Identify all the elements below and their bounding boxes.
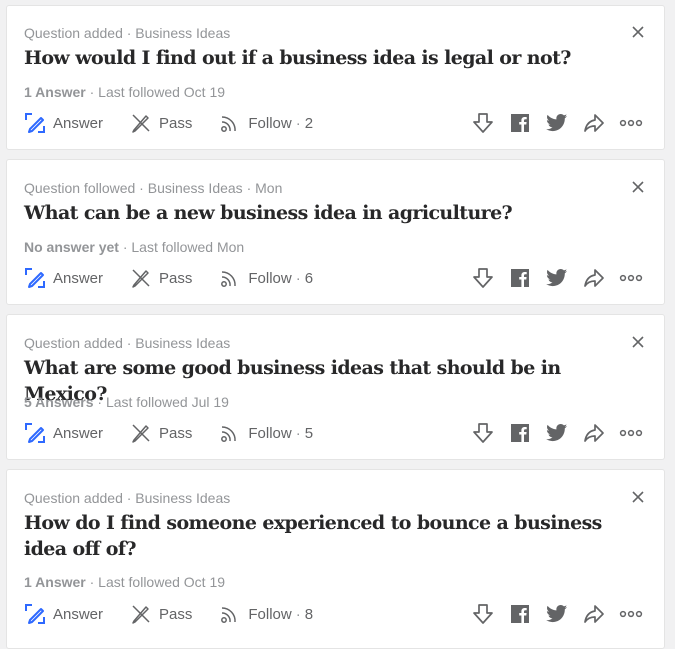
downvote-icon[interactable] [470,421,496,445]
answer-pencil-icon [25,604,45,624]
pass-button[interactable]: Pass [130,267,192,289]
answer-count[interactable]: No answer yet [24,239,119,255]
last-followed: · Last followed Jul 19 [93,394,229,410]
facebook-icon[interactable] [507,602,533,626]
question-card: Question followed · Business Ideas · Mon… [6,159,665,305]
facebook-icon[interactable] [507,111,533,135]
answer-button[interactable]: Answer [24,603,103,625]
downvote-icon[interactable] [470,111,496,135]
share-icon[interactable] [581,266,607,290]
pass-label: Pass [159,424,193,442]
pass-label: Pass [159,114,193,132]
close-icon[interactable] [630,179,646,195]
close-icon[interactable] [630,489,646,505]
last-followed: · Last followed Oct 19 [85,84,226,100]
card-meta: Question added · Business Ideas [24,490,231,506]
answer-count[interactable]: 5 Answers [24,394,94,410]
facebook-icon[interactable] [507,266,533,290]
twitter-icon[interactable] [544,602,570,626]
follow-rss-icon [221,607,237,623]
pass-button[interactable]: Pass [130,422,192,444]
card-meta: Question added · Business Ideas [24,335,231,351]
pass-icon [132,605,150,624]
share-icon[interactable] [581,602,607,626]
follow-label: Follow [248,114,292,132]
answer-label: Answer [53,269,104,287]
answer-button[interactable]: Answer [24,422,103,444]
facebook-icon[interactable] [507,421,533,445]
answer-count[interactable]: 1 Answer [24,574,86,590]
action-bar: Answer Pass Follow · 6 [24,266,644,290]
pass-icon [132,114,150,133]
last-followed: · Last followed Oct 19 [85,574,226,590]
follow-button[interactable]: Follow · 8 [219,603,313,625]
share-icon[interactable] [581,421,607,445]
question-stats: 1 Answer · Last followed Oct 19 [24,574,225,590]
card-meta: Question added · Business Ideas [24,25,231,41]
share-actions [459,266,644,290]
more-icon[interactable] [618,602,644,626]
question-stats: 1 Answer · Last followed Oct 19 [24,84,225,100]
follow-rss-icon [221,271,237,287]
answer-label: Answer [53,424,104,442]
question-card: Question added · Business Ideas How woul… [6,5,665,150]
answer-pencil-icon [25,113,45,133]
follow-count: 6 [304,269,314,287]
downvote-icon[interactable] [470,266,496,290]
question-title[interactable]: How do I find someone experienced to bou… [24,510,638,562]
twitter-icon[interactable] [544,421,570,445]
follow-rss-icon [221,426,237,442]
pass-label: Pass [159,269,193,287]
card-meta: Question followed · Business Ideas · Mon [24,180,283,196]
more-icon[interactable] [618,266,644,290]
share-actions [459,421,644,445]
pass-label: Pass [159,605,193,623]
answer-pencil-icon [25,423,45,443]
follow-label: Follow [248,605,292,623]
action-bar: Answer Pass Follow · 2 [24,111,644,135]
share-actions [459,111,644,135]
follow-button[interactable]: Follow · 6 [219,267,313,289]
share-icon[interactable] [581,111,607,135]
pass-button[interactable]: Pass [130,603,192,625]
follow-label: Follow [248,269,292,287]
answer-button[interactable]: Answer [24,112,103,134]
close-icon[interactable] [630,334,646,350]
share-actions [459,602,644,626]
answer-count[interactable]: 1 Answer [24,84,86,100]
pass-button[interactable]: Pass [130,112,192,134]
question-title[interactable]: What can be a new business idea in agric… [24,200,638,226]
follow-button[interactable]: Follow · 2 [219,112,313,134]
more-icon[interactable] [618,421,644,445]
answer-button[interactable]: Answer [24,267,103,289]
action-bar: Answer Pass Follow · 5 [24,421,644,445]
follow-count: 2 [304,114,314,132]
last-followed: · Last followed Mon [118,239,245,255]
twitter-icon[interactable] [544,111,570,135]
follow-button[interactable]: Follow · 5 [219,422,313,444]
follow-rss-icon [221,116,237,132]
question-title[interactable]: How would I find out if a business idea … [24,45,638,71]
question-stats: 5 Answers · Last followed Jul 19 [24,394,229,410]
more-icon[interactable] [618,111,644,135]
close-icon[interactable] [630,24,646,40]
question-stats: No answer yet · Last followed Mon [24,239,244,255]
answer-pencil-icon [25,268,45,288]
follow-count: 8 [304,605,314,623]
twitter-icon[interactable] [544,266,570,290]
question-card: Question added · Business Ideas How do I… [6,469,665,649]
downvote-icon[interactable] [470,602,496,626]
follow-count: 5 [304,424,314,442]
action-bar: Answer Pass Follow · 8 [24,602,644,626]
pass-icon [132,424,150,443]
pass-icon [132,269,150,288]
answer-label: Answer [53,114,104,132]
follow-label: Follow [248,424,292,442]
answer-label: Answer [53,605,104,623]
question-card: Question added · Business Ideas What are… [6,314,665,460]
